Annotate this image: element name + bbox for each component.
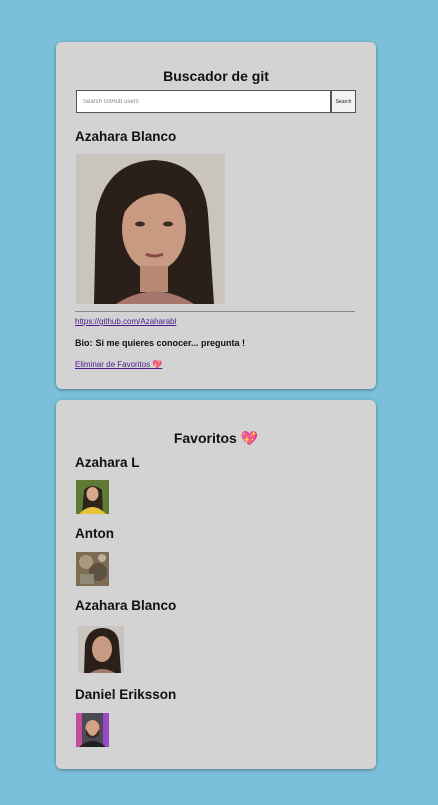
favorites-title-text: Favoritos bbox=[173, 430, 237, 446]
favorite-avatar[interactable] bbox=[76, 480, 109, 514]
favorites-card: Favoritos 💖 Azahara L Anton Azahara Blan… bbox=[56, 400, 376, 769]
profile-avatar bbox=[76, 154, 225, 304]
favorite-name[interactable]: Daniel Eriksson bbox=[75, 687, 176, 702]
bio-label: Bio: bbox=[75, 338, 93, 348]
remove-favorite-link[interactable]: Eliminar de Favoritos 💖 bbox=[75, 360, 162, 369]
favorite-avatar[interactable] bbox=[78, 626, 124, 673]
search-input[interactable] bbox=[76, 90, 331, 113]
favorite-name[interactable]: Azahara L bbox=[75, 455, 140, 470]
remove-favorite-label: Eliminar de Favoritos bbox=[75, 360, 151, 369]
favorite-name[interactable]: Anton bbox=[75, 526, 114, 541]
profile-name: Azahara Blanco bbox=[75, 129, 177, 144]
search-card: Buscador de git Search Azahara Blanco ht… bbox=[56, 42, 376, 389]
profile-github-link[interactable]: https://github.com/Azaharabl bbox=[75, 317, 176, 326]
bio-text: Si me quieres conocer... pregunta ! bbox=[95, 338, 246, 348]
favorites-title: Favoritos 💖 bbox=[56, 430, 376, 447]
heart-icon: 💖 bbox=[240, 430, 259, 446]
profile-bio: Bio: Si me quieres conocer... pregunta ! bbox=[75, 338, 245, 348]
profile-divider bbox=[75, 311, 355, 312]
search-button[interactable]: Search bbox=[331, 90, 356, 113]
favorite-name[interactable]: Azahara Blanco bbox=[75, 598, 176, 613]
favorite-avatar[interactable] bbox=[76, 552, 109, 586]
favorite-avatar[interactable] bbox=[76, 713, 109, 747]
heart-icon: 💖 bbox=[152, 360, 163, 369]
search-title: Buscador de git bbox=[163, 68, 269, 84]
